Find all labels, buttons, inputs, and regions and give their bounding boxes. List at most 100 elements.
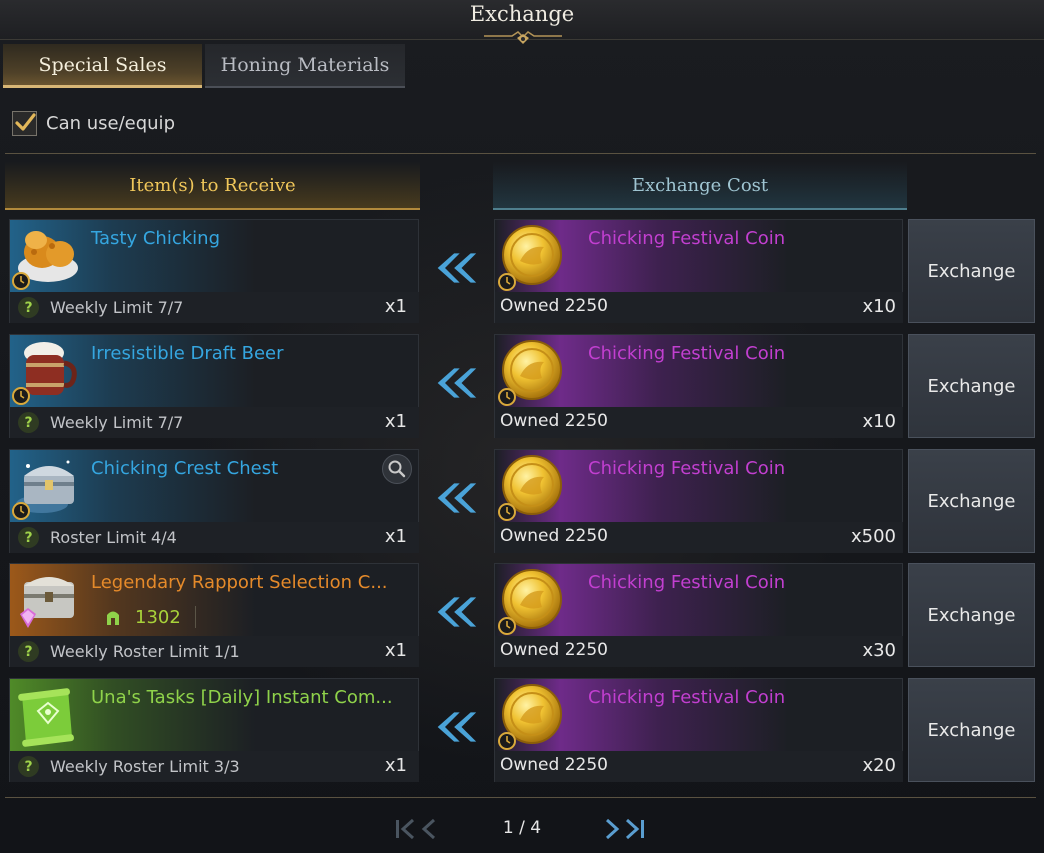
gold-coin-icon — [498, 453, 566, 521]
exchange-row: Chicking Crest Chest ? Roster Limit 4/4 … — [0, 449, 1044, 553]
item-name: Legendary Rapport Selection C... — [91, 572, 388, 593]
scroll-icon — [18, 688, 74, 747]
item-quantity: x1 — [384, 755, 407, 776]
rapport-divider — [194, 606, 196, 628]
item-name: Chicking Crest Chest — [91, 458, 279, 479]
tab-special-sales[interactable]: Special Sales — [3, 44, 202, 88]
item-quantity: x1 — [384, 296, 407, 317]
double-chevron-left-icon — [437, 597, 477, 627]
cost-quantity: x500 — [850, 526, 896, 547]
cost-strip: Owned 2250 x30 — [495, 636, 903, 667]
help-icon[interactable]: ? — [18, 297, 39, 318]
can-use-equip-label: Can use/equip — [46, 112, 175, 134]
limit-strip: ? Weekly Roster Limit 3/3 x1 — [10, 751, 419, 782]
magnifier-icon[interactable] — [382, 454, 412, 484]
help-icon[interactable]: ? — [18, 756, 39, 777]
limit-strip: ? Weekly Limit 7/7 x1 — [10, 292, 419, 323]
cost-quantity: x30 — [862, 640, 896, 661]
gold-coin-icon — [498, 223, 566, 291]
cost-card[interactable]: Chicking Festival Coin Owned 2250 x30 — [494, 563, 903, 667]
rapport-amount: 1302 — [135, 606, 181, 628]
receive-item-card[interactable]: Tasty Chicking ? Weekly Limit 7/7 x1 — [9, 219, 419, 323]
double-chevron-left-icon — [437, 712, 477, 742]
last-page-icon[interactable] — [603, 816, 649, 842]
help-icon[interactable]: ? — [18, 641, 39, 662]
receive-item-card[interactable]: Legendary Rapport Selection C... 1302 ? … — [9, 563, 419, 667]
cost-strip: Owned 2250 x10 — [495, 292, 903, 323]
limit-strip: ? Weekly Roster Limit 1/1 x1 — [10, 636, 419, 667]
fried-chicken-icon — [12, 231, 78, 290]
cost-quantity: x10 — [862, 296, 896, 317]
divider — [5, 797, 1036, 798]
chest-icon — [12, 460, 74, 520]
limit-text: Roster Limit 4/4 — [50, 528, 177, 547]
cost-quantity: x10 — [862, 411, 896, 432]
currency-name: Chicking Festival Coin — [588, 343, 786, 364]
double-chevron-left-icon — [437, 483, 477, 513]
exchange-button[interactable]: Exchange — [908, 334, 1035, 438]
item-name: Tasty Chicking — [91, 228, 220, 249]
gold-coin-icon — [498, 682, 566, 750]
rapport-icon — [107, 611, 119, 625]
exchange-row: Una's Tasks [Daily] Instant Com... ? Wee… — [0, 678, 1044, 782]
checkmark-icon — [14, 113, 36, 131]
owned-amount: Owned 2250 — [500, 640, 608, 660]
cost-card[interactable]: Chicking Festival Coin Owned 2250 x10 — [494, 334, 903, 438]
gold-coin-icon — [498, 338, 566, 406]
can-use-equip-checkbox[interactable] — [12, 110, 37, 136]
page-indicator: 1 / 4 — [502, 818, 542, 838]
exchange-row: Legendary Rapport Selection C... 1302 ? … — [0, 563, 1044, 667]
cost-strip: Owned 2250 x20 — [495, 751, 903, 782]
items-to-receive-header: Item(s) to Receive — [5, 162, 420, 210]
owned-amount: Owned 2250 — [500, 296, 608, 316]
exchange-button[interactable]: Exchange — [908, 449, 1035, 553]
rapport-chest-icon — [20, 577, 74, 628]
cost-card[interactable]: Chicking Festival Coin Owned 2250 x500 — [494, 449, 903, 553]
exchange-row: Irresistible Draft Beer ? Weekly Limit 7… — [0, 334, 1044, 438]
divider — [5, 153, 1036, 154]
owned-amount: Owned 2250 — [500, 755, 608, 775]
item-quantity: x1 — [384, 640, 407, 661]
limit-strip: ? Weekly Limit 7/7 x1 — [10, 407, 419, 438]
beer-mug-icon — [12, 342, 77, 405]
limit-text: Weekly Roster Limit 1/1 — [50, 642, 240, 661]
double-chevron-left-icon — [437, 368, 477, 398]
help-icon[interactable]: ? — [18, 527, 39, 548]
rapport-value: 1302 — [103, 606, 196, 628]
cost-strip: Owned 2250 x500 — [495, 522, 903, 553]
limit-text: Weekly Roster Limit 3/3 — [50, 757, 240, 776]
exchange-cost-header: Exchange Cost — [493, 162, 907, 210]
item-name: Una's Tasks [Daily] Instant Com... — [91, 687, 393, 708]
window-title: Exchange — [469, 2, 575, 26]
limit-text: Weekly Limit 7/7 — [50, 298, 184, 317]
currency-name: Chicking Festival Coin — [588, 228, 786, 249]
exchange-button[interactable]: Exchange — [908, 563, 1035, 667]
exchange-button[interactable]: Exchange — [908, 678, 1035, 782]
title-ornament-icon — [484, 31, 562, 44]
receive-item-card[interactable]: Irresistible Draft Beer ? Weekly Limit 7… — [9, 334, 419, 438]
item-quantity: x1 — [384, 526, 407, 547]
gold-coin-icon — [498, 567, 566, 635]
cost-card[interactable]: Chicking Festival Coin Owned 2250 x10 — [494, 219, 903, 323]
currency-name: Chicking Festival Coin — [588, 687, 786, 708]
owned-amount: Owned 2250 — [500, 411, 608, 431]
cost-card[interactable]: Chicking Festival Coin Owned 2250 x20 — [494, 678, 903, 782]
receive-item-card[interactable]: Chicking Crest Chest ? Roster Limit 4/4 … — [9, 449, 419, 553]
tab-honing-materials[interactable]: Honing Materials — [205, 44, 405, 88]
limit-strip: ? Roster Limit 4/4 x1 — [10, 522, 419, 553]
item-quantity: x1 — [384, 411, 407, 432]
first-page-icon[interactable] — [394, 816, 440, 842]
exchange-row: Tasty Chicking ? Weekly Limit 7/7 x1 Chi… — [0, 219, 1044, 323]
receive-item-card[interactable]: Una's Tasks [Daily] Instant Com... ? Wee… — [9, 678, 419, 782]
limit-text: Weekly Limit 7/7 — [50, 413, 184, 432]
cost-quantity: x20 — [862, 755, 896, 776]
currency-name: Chicking Festival Coin — [588, 572, 786, 593]
owned-amount: Owned 2250 — [500, 526, 608, 546]
help-icon[interactable]: ? — [18, 412, 39, 433]
cost-strip: Owned 2250 x10 — [495, 407, 903, 438]
double-chevron-left-icon — [437, 253, 477, 283]
exchange-button[interactable]: Exchange — [908, 219, 1035, 323]
can-use-equip-filter[interactable]: Can use/equip — [12, 110, 175, 136]
item-name: Irresistible Draft Beer — [91, 343, 284, 364]
currency-name: Chicking Festival Coin — [588, 458, 786, 479]
